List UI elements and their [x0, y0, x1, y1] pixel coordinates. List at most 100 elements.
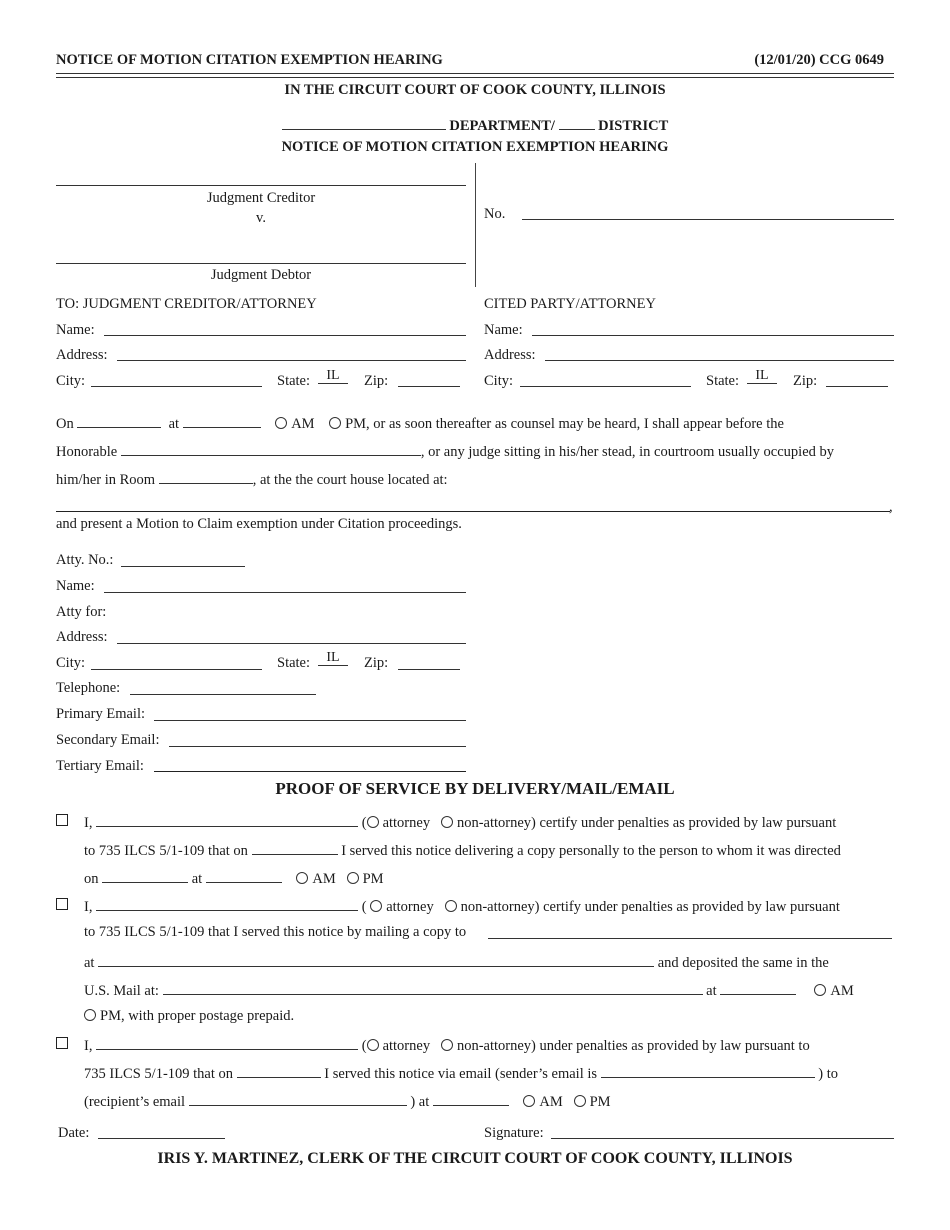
hearing-time-field[interactable]: [182, 413, 261, 428]
hearing-am-radio[interactable]: [275, 417, 288, 429]
mail-checkbox[interactable]: [56, 898, 68, 910]
cited-city-field[interactable]: [520, 386, 691, 387]
mail-line2-prefix: to 735 ILCS 5/1-109 that I served this n…: [84, 924, 467, 940]
creditor-city-field[interactable]: [91, 386, 262, 387]
signature-field[interactable]: [551, 1138, 894, 1139]
at-label: at: [168, 416, 180, 432]
delivery-on-label: on: [84, 871, 99, 887]
atty-city-field[interactable]: [91, 669, 262, 670]
atty-no-label: Atty. No.:: [56, 552, 114, 568]
hearing-line-3: him/her in Room , at the the court house…: [56, 469, 448, 489]
date-field[interactable]: [98, 1138, 225, 1139]
delivery-time-field[interactable]: [205, 868, 282, 883]
atty-no-field[interactable]: [121, 566, 245, 567]
mail-usmail-location-field[interactable]: [162, 980, 703, 995]
email-pm-label: PM: [589, 1094, 611, 1110]
creditor-zip-field[interactable]: [398, 386, 460, 387]
primary-email-field[interactable]: [154, 720, 466, 721]
secondary-email-label: Secondary Email:: [56, 732, 160, 748]
sender-email-field[interactable]: [600, 1063, 815, 1078]
delivery-am-radio[interactable]: [296, 872, 309, 884]
header-rule-bottom: [56, 77, 894, 78]
email-pm-radio[interactable]: [573, 1095, 586, 1107]
mail-am-label: AM: [830, 983, 854, 999]
mail-am-radio[interactable]: [814, 984, 827, 996]
creditor-address-label: Address:: [56, 347, 108, 363]
delivery-line-3: on at AM PM: [84, 868, 384, 888]
atty-zip-label: Zip:: [364, 655, 389, 671]
delivery-attorney-radio[interactable]: [366, 816, 379, 828]
mail-non-attorney-label: non-attorney): [460, 899, 540, 915]
to-creditor-heading: TO: JUDGMENT CREDITOR/ATTORNEY: [56, 296, 317, 312]
atty-address-field[interactable]: [117, 643, 466, 644]
mail-usmail-label: U.S. Mail at:: [84, 983, 159, 999]
department-field[interactable]: [281, 115, 446, 130]
cited-state-value[interactable]: IL: [747, 367, 777, 384]
creditor-name-label: Name:: [56, 322, 95, 338]
hearing-date-field[interactable]: [77, 413, 162, 428]
cited-address-label: Address:: [484, 347, 536, 363]
room-field[interactable]: [158, 469, 253, 484]
email-server-name-field[interactable]: [96, 1035, 359, 1050]
mail-line-4: U.S. Mail at: at AM: [84, 980, 854, 1000]
delivery-on-date-field[interactable]: [102, 868, 189, 883]
email-non-attorney-radio[interactable]: [440, 1039, 453, 1051]
form-title: NOTICE OF MOTION CITATION EXEMPTION HEAR…: [281, 139, 669, 155]
mail-pm-radio[interactable]: [84, 1009, 96, 1021]
creditor-state-value[interactable]: IL: [318, 367, 348, 384]
district-field[interactable]: [558, 115, 595, 130]
email-attorney-radio[interactable]: [366, 1039, 379, 1051]
mail-server-name-field[interactable]: [96, 896, 359, 911]
mail-attorney-radio[interactable]: [370, 900, 383, 912]
creditor-name-field[interactable]: [104, 335, 466, 336]
cited-address-field[interactable]: [545, 360, 894, 361]
email-attorney-label: attorney: [382, 1038, 431, 1054]
email-line2-prefix: 735 ILCS 5/1-109 that on: [84, 1066, 234, 1082]
tertiary-email-field[interactable]: [154, 771, 466, 772]
case-no-field[interactable]: [522, 219, 894, 220]
judge-name-field[interactable]: [120, 441, 421, 456]
mail-time-field[interactable]: [720, 980, 797, 995]
email-line2-suffix: ) to: [818, 1066, 838, 1082]
email-line2-mid: I served this notice via email (sender’s…: [324, 1066, 598, 1082]
creditor-state-il: IL: [318, 369, 348, 384]
mail-recipient-field[interactable]: [488, 938, 892, 939]
atty-state-label: State:: [277, 655, 311, 671]
email-checkbox[interactable]: [56, 1037, 68, 1049]
atty-for-label: Atty for:: [56, 604, 107, 620]
header-rule-top: [56, 73, 894, 74]
courthouse-address-field[interactable]: [56, 511, 890, 512]
mail-address-field[interactable]: [98, 952, 655, 967]
judgment-debtor-field[interactable]: [56, 263, 466, 264]
atty-name-field[interactable]: [104, 592, 466, 593]
delivery-date-field[interactable]: [251, 840, 338, 855]
secondary-email-field[interactable]: [169, 746, 466, 747]
delivery-attorney-label: attorney: [382, 815, 431, 831]
delivery-server-name-field[interactable]: [96, 812, 359, 827]
mail-line-5: PM, with proper postage prepaid.: [84, 1008, 294, 1025]
creditor-address-field[interactable]: [117, 360, 466, 361]
email-time-field[interactable]: [432, 1091, 509, 1106]
atty-state-value[interactable]: IL: [318, 649, 348, 666]
mail-non-attorney-radio[interactable]: [444, 900, 457, 912]
email-certify-text: under penalties as provided by law pursu…: [539, 1038, 810, 1054]
cited-name-field[interactable]: [532, 335, 894, 336]
cited-zip-field[interactable]: [826, 386, 888, 387]
email-paren: (: [361, 1038, 367, 1054]
judgment-creditor-field[interactable]: [56, 185, 466, 186]
atty-city-label: City:: [56, 655, 86, 671]
telephone-label: Telephone:: [56, 680, 121, 696]
email-date-field[interactable]: [236, 1063, 321, 1078]
district-label: DISTRICT: [598, 118, 669, 134]
delivery-non-attorney-radio[interactable]: [440, 816, 453, 828]
delivery-checkbox[interactable]: [56, 814, 68, 826]
mail-certify-text: certify under penalties as provided by l…: [543, 899, 840, 915]
date-label: Date:: [58, 1125, 90, 1141]
creditor-state-label: State:: [277, 373, 311, 389]
hearing-pm-radio[interactable]: [329, 417, 342, 429]
recipient-email-field[interactable]: [188, 1091, 407, 1106]
email-am-radio[interactable]: [523, 1095, 536, 1107]
atty-zip-field[interactable]: [398, 669, 460, 670]
delivery-pm-radio[interactable]: [346, 872, 359, 884]
telephone-field[interactable]: [130, 694, 316, 695]
